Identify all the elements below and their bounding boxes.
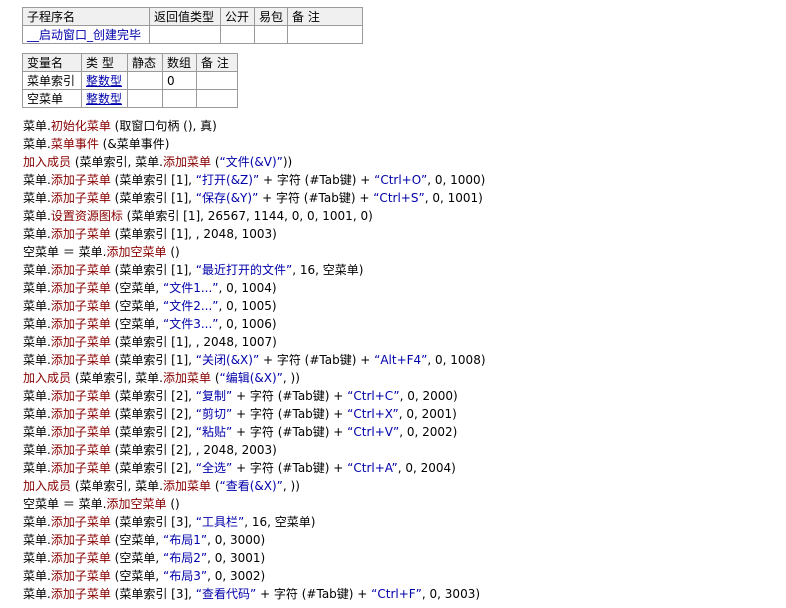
var-type-link[interactable]: 整数型 — [81, 89, 128, 108]
variable-row: 空菜单 整数型 — [22, 89, 238, 108]
code-line[interactable]: 加入成员 (菜单索引, 菜单.添加菜单 (“文件(&V)”)) — [23, 153, 486, 171]
code-line[interactable]: 菜单.添加子菜单 (菜单索引 [1], , 2048, 1003) — [23, 225, 486, 243]
remark-cell[interactable] — [287, 25, 364, 44]
header-sub-name: 子程序名 — [22, 7, 150, 26]
code-line[interactable]: 菜单.添加子菜单 (空菜单, “文件1...”, 0, 1004) — [23, 279, 486, 297]
variable-table: 变量名 类 型 静态 数组 备 注 菜单索引 整数型 0 空菜单 整数型 — [22, 53, 238, 108]
code-line[interactable]: 菜单.添加子菜单 (菜单索引 [2], “剪切” + 字符 (#Tab键) + … — [23, 405, 486, 423]
code-line[interactable]: 菜单.添加子菜单 (菜单索引 [2], “全选” + 字符 (#Tab键) + … — [23, 459, 486, 477]
var-name-cell[interactable]: 菜单索引 — [22, 71, 82, 90]
code-line[interactable]: 菜单.设置资源图标 (菜单索引 [1], 26567, 1144, 0, 0, … — [23, 207, 486, 225]
code-line[interactable]: 菜单.添加子菜单 (菜单索引 [3], “查看代码” + 字符 (#Tab键) … — [23, 585, 486, 603]
code-line[interactable]: 菜单.添加子菜单 (空菜单, “布局2”, 0, 3001) — [23, 549, 486, 567]
code-line[interactable]: 菜单.菜单事件 (&菜单事件) — [23, 135, 486, 153]
var-type-link[interactable]: 整数型 — [81, 71, 128, 90]
header-var-name: 变量名 — [22, 53, 82, 72]
variable-header-row: 变量名 类 型 静态 数组 备 注 — [22, 53, 238, 72]
var-static-cell[interactable] — [127, 71, 163, 90]
code-line[interactable]: 菜单.添加子菜单 (空菜单, “布局1”, 0, 3000) — [23, 531, 486, 549]
code-line[interactable]: 菜单.添加子菜单 (空菜单, “布局3”, 0, 3002) — [23, 567, 486, 585]
header-return-type: 返回值类型 — [149, 7, 221, 26]
code-line[interactable]: 空菜单 ＝ 菜单.添加空菜单 () — [23, 495, 486, 513]
header-epackage: 易包 — [253, 7, 289, 26]
header-static: 静态 — [127, 53, 163, 72]
public-cell[interactable] — [220, 25, 255, 44]
code-line[interactable]: 菜单.添加子菜单 (菜单索引 [2], “粘贴” + 字符 (#Tab键) + … — [23, 423, 486, 441]
code-editor[interactable]: 菜单.初始化菜单 (取窗口句柄 (), 真) 菜单.菜单事件 (&菜单事件) 加入成… — [23, 117, 486, 603]
code-line[interactable]: 菜单.添加子菜单 (空菜单, “文件2...”, 0, 1005) — [23, 297, 486, 315]
var-remark-cell[interactable] — [196, 89, 238, 108]
subroutine-header-row: 子程序名 返回值类型 公开 易包 备 注 — [22, 7, 364, 26]
code-line[interactable]: 菜单.添加子菜单 (菜单索引 [3], “工具栏”, 16, 空菜单) — [23, 513, 486, 531]
code-line[interactable]: 菜单.添加子菜单 (菜单索引 [2], , 2048, 2003) — [23, 441, 486, 459]
return-type-cell[interactable] — [149, 25, 221, 44]
code-line[interactable]: 菜单.添加子菜单 (菜单索引 [2], “复制” + 字符 (#Tab键) + … — [23, 387, 486, 405]
code-line[interactable]: 菜单.添加子菜单 (菜单索引 [1], , 2048, 1007) — [23, 333, 486, 351]
code-line[interactable]: 菜单.添加子菜单 (菜单索引 [1], “最近打开的文件”, 16, 空菜单) — [23, 261, 486, 279]
code-line[interactable]: 加入成员 (菜单索引, 菜单.添加菜单 (“查看(&X)”, )) — [23, 477, 486, 495]
var-remark-cell[interactable] — [196, 71, 238, 90]
var-name-cell[interactable]: 空菜单 — [22, 89, 82, 108]
var-static-cell[interactable] — [127, 89, 163, 108]
code-line[interactable]: 菜单.添加子菜单 (菜单索引 [1], “保存(&Y)” + 字符 (#Tab键… — [23, 189, 486, 207]
header-array: 数组 — [162, 53, 197, 72]
code-line[interactable]: 菜单.初始化菜单 (取窗口句柄 (), 真) — [23, 117, 486, 135]
subroutine-name-cell[interactable]: __启动窗口_创建完毕 — [22, 25, 150, 44]
code-line[interactable]: 菜单.添加子菜单 (菜单索引 [1], “打开(&Z)” + 字符 (#Tab键… — [23, 171, 486, 189]
subroutine-row: __启动窗口_创建完毕 — [22, 25, 364, 44]
header-var-type: 类 型 — [81, 53, 128, 72]
header-public: 公开 — [220, 7, 255, 26]
code-line[interactable]: 加入成员 (菜单索引, 菜单.添加菜单 (“编辑(&X)”, )) — [23, 369, 486, 387]
variable-row: 菜单索引 整数型 0 — [22, 71, 238, 90]
code-line[interactable]: 菜单.添加子菜单 (空菜单, “文件3...”, 0, 1006) — [23, 315, 486, 333]
var-array-cell[interactable] — [162, 89, 197, 108]
epackage-cell[interactable] — [253, 25, 289, 44]
code-line[interactable]: 空菜单 ＝ 菜单.添加空菜单 () — [23, 243, 486, 261]
subroutine-table: 子程序名 返回值类型 公开 易包 备 注 __启动窗口_创建完毕 — [22, 7, 364, 44]
var-array-cell[interactable]: 0 — [162, 71, 197, 90]
code-line[interactable]: 菜单.添加子菜单 (菜单索引 [1], “关闭(&X)” + 字符 (#Tab键… — [23, 351, 486, 369]
header-remark: 备 注 — [287, 7, 364, 26]
header-var-remark: 备 注 — [196, 53, 238, 72]
